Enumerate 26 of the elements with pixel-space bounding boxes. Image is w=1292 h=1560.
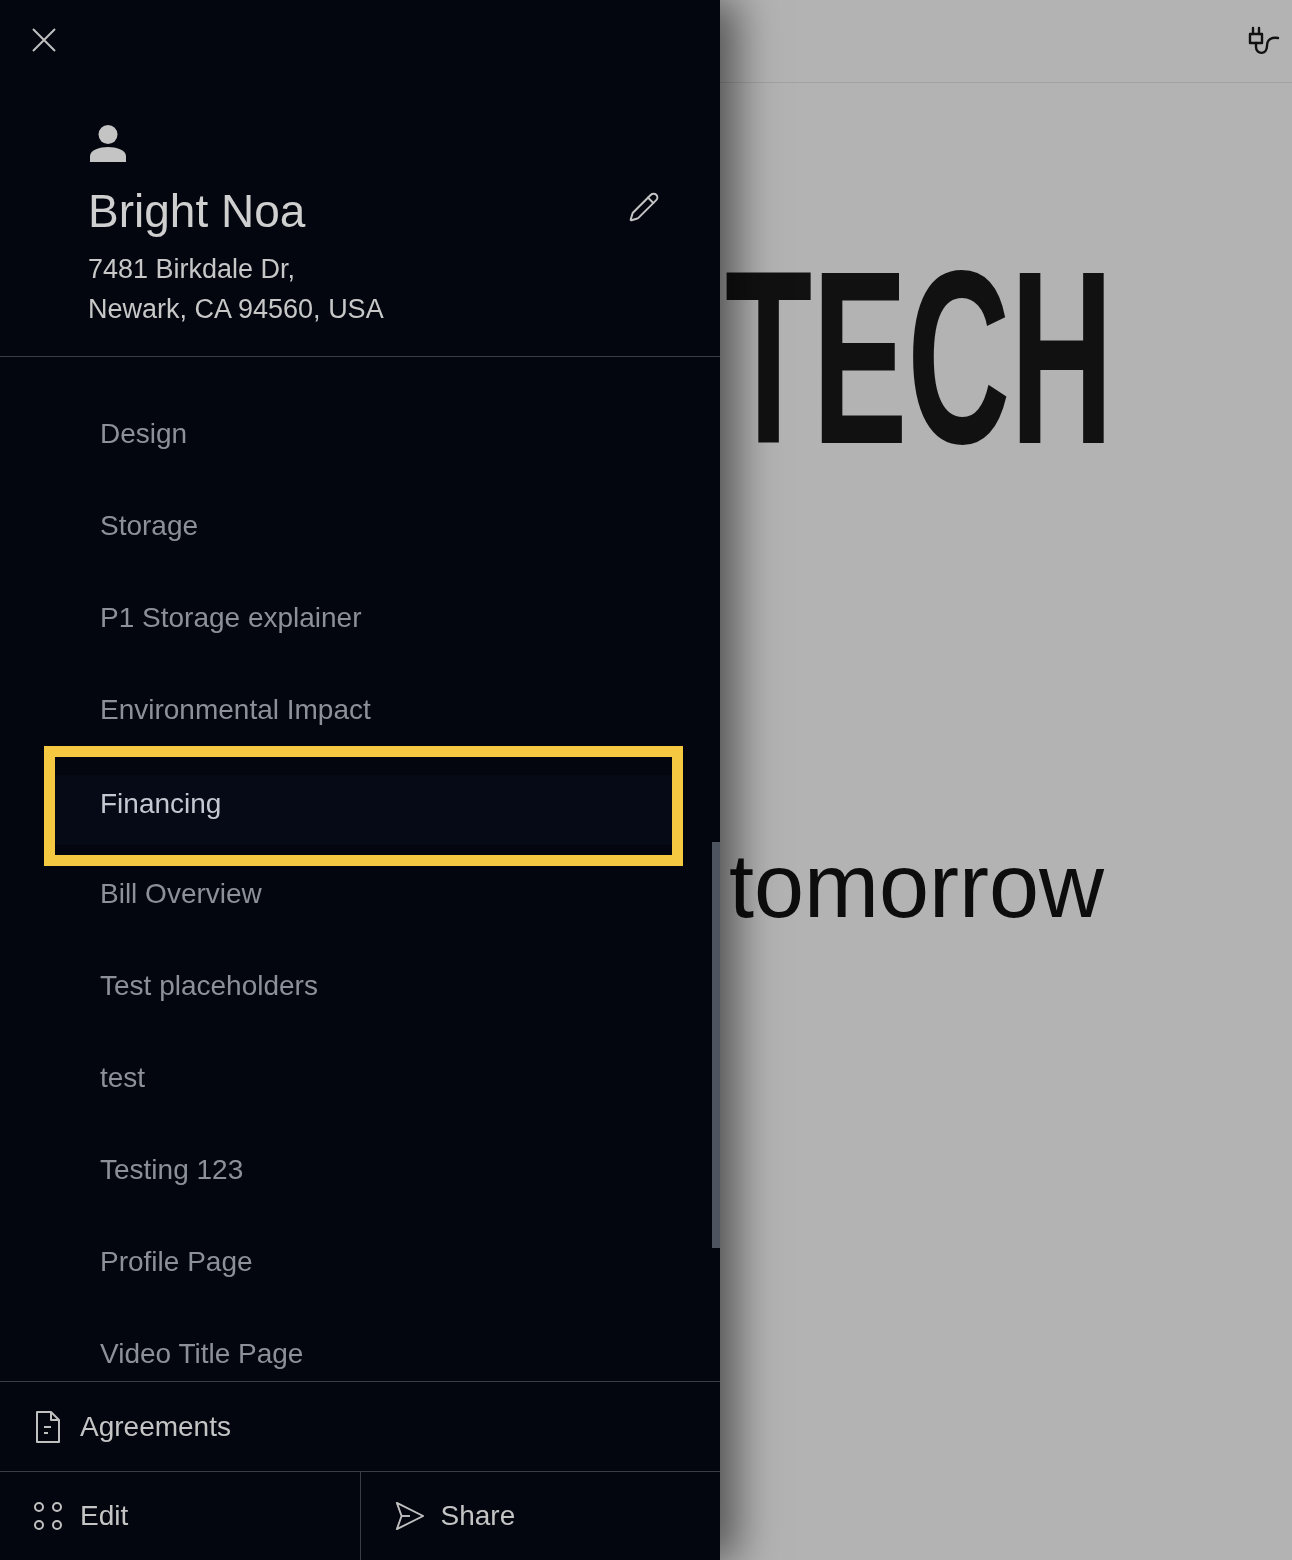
subline: tomorrow [729, 841, 1105, 931]
nav-item[interactable]: test [44, 1055, 683, 1105]
headline: TECH [725, 235, 1114, 481]
pencil-icon[interactable] [628, 191, 660, 223]
nav-item[interactable]: Storage [44, 503, 683, 553]
scrollbar-thumb[interactable] [712, 842, 720, 1248]
nav-item[interactable]: Testing 123 [44, 1147, 683, 1197]
nav-item[interactable]: Video Title Page [44, 1331, 683, 1381]
nav-item[interactable]: Design [44, 411, 683, 461]
dots-grid-icon [34, 1502, 62, 1530]
nav-item[interactable]: Financing [44, 746, 683, 866]
nav-item[interactable]: Environmental Impact [44, 687, 683, 737]
edit-button[interactable]: Edit [0, 1472, 360, 1560]
profile-name: Bright Noa [88, 184, 306, 239]
address-line: Newark, CA 94560, USA [88, 293, 384, 326]
nav-item[interactable]: Bill Overview [44, 871, 683, 921]
address-line: 7481 Birkdale Dr, [88, 253, 296, 286]
nav-item[interactable]: P1 Storage explainer [44, 595, 683, 645]
plug-icon[interactable] [1248, 26, 1280, 56]
send-icon [394, 1501, 425, 1531]
nav-item[interactable]: Profile Page [44, 1239, 683, 1289]
agreements-button[interactable]: Agreements [0, 1381, 720, 1471]
nav-item[interactable]: Test placeholders [44, 963, 683, 1013]
close-icon [32, 28, 56, 52]
document-icon [34, 1410, 62, 1443]
person-icon [90, 125, 126, 162]
